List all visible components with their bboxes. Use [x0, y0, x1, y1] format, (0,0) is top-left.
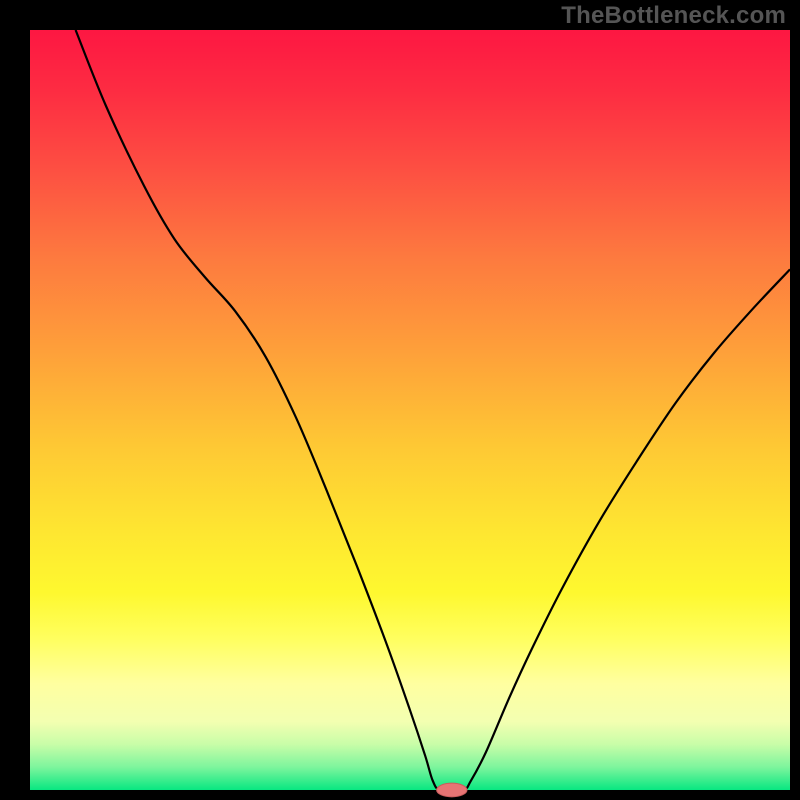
- optimal-point-marker: [437, 783, 467, 797]
- bottleneck-chart: [0, 0, 800, 800]
- plot-background: [30, 30, 790, 790]
- chart-frame: { "watermark": "TheBottleneck.com", "col…: [0, 0, 800, 800]
- watermark-text: TheBottleneck.com: [561, 2, 786, 30]
